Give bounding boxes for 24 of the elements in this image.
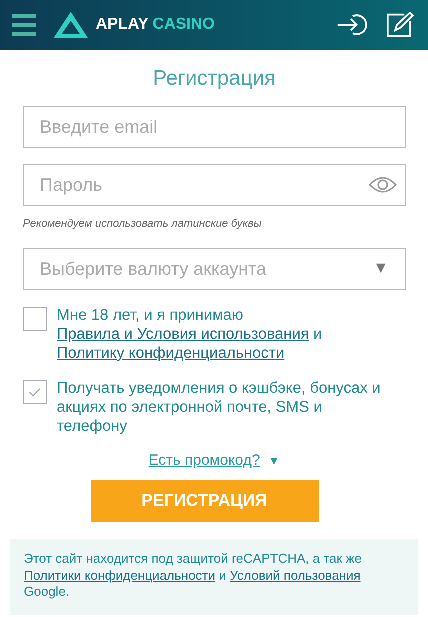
edit-icon[interactable] (384, 12, 416, 38)
eye-icon[interactable] (369, 176, 397, 194)
form-title: Регистрация (152, 67, 277, 91)
currency-select[interactable]: Выберите валюту аккаунта ▼ (23, 248, 406, 290)
link[interactable]: Политику конфиденциальности (57, 345, 285, 362)
logo-text: CASINO (152, 16, 215, 34)
promo-code-link[interactable]: Есть промокод? (148, 452, 260, 469)
logo-text: APLAY (96, 16, 149, 34)
dropdown-arrow[interactable]: ▼ (268, 454, 280, 468)
checkbox[interactable] (23, 380, 47, 404)
link[interactable]: Правила и Условия использования (57, 326, 310, 343)
checkbox[interactable] (23, 307, 47, 331)
menu-icon[interactable] (12, 14, 36, 36)
email-field[interactable]: Введите email (23, 106, 406, 148)
login-icon[interactable] (336, 12, 368, 38)
password-field[interactable]: Пароль (23, 164, 406, 206)
link[interactable]: Политики конфиденциальности (24, 568, 216, 582)
link[interactable]: Условий пользования (230, 568, 361, 582)
consent-text: Мне 18 лет, и я принимаю Правила и Условия использования и Политику конфиденциальности (57, 306, 324, 363)
consent-text: Получать уведомления о кэшбэке, бонусах и акциях по электронной почте, SMS и телефону (57, 379, 382, 436)
triangle-logo-icon (54, 12, 88, 38)
password-hint: Рекомендуем использовать латинские буквы (23, 218, 263, 230)
check-icon (28, 386, 42, 398)
recaptcha-notice: Этот сайт находится под защитой reCAPTCHA, а так же Политики конфиденциальности и Условий пользования Google. (24, 551, 363, 600)
